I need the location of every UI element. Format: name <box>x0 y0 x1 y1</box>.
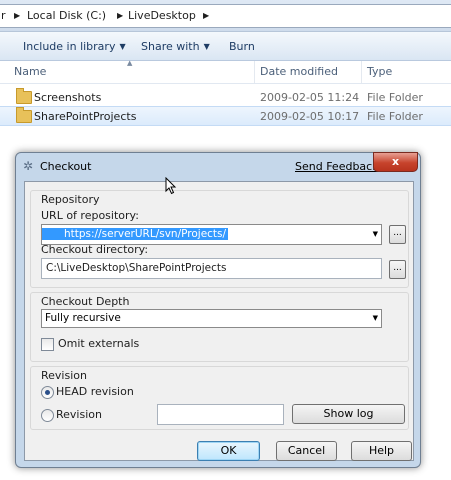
repository-group: Repository URL of repository: https://se… <box>30 190 409 288</box>
file-type: File Folder <box>367 91 423 104</box>
chevron-down-icon: ▼ <box>119 42 126 51</box>
omit-externals-label[interactable]: Omit externals <box>58 337 139 350</box>
url-label: URL of repository: <box>41 209 139 222</box>
dialog-title: Checkout <box>40 160 92 173</box>
revision-input[interactable] <box>157 404 284 425</box>
help-button[interactable]: Help <box>351 441 412 461</box>
sort-arrow-icon: ▲ <box>127 59 133 67</box>
share-with-button[interactable]: Share with ▼ <box>141 40 210 53</box>
checkout-depth-group: Checkout Depth Fully recursive ▼ Omit ex… <box>30 292 409 362</box>
file-date: 2009-02-05 11:24 <box>260 91 360 104</box>
breadcrumb[interactable]: r ▶ Local Disk (C:) ▶ LiveDesktop ▶ <box>0 4 451 28</box>
cancel-button[interactable]: Cancel <box>276 441 337 461</box>
column-header-type[interactable]: Type <box>367 65 392 78</box>
file-name: Screenshots <box>34 91 102 104</box>
revision-group: Revision HEAD revision Revision Show log <box>30 366 409 430</box>
browse-dir-button[interactable]: ... <box>389 260 406 279</box>
breadcrumb-item-livedesktop[interactable]: LiveDesktop <box>128 9 196 22</box>
chevron-right-icon[interactable]: ▶ <box>203 11 209 20</box>
folder-icon <box>16 88 32 104</box>
send-feedback-link[interactable]: Send Feedback <box>295 160 379 173</box>
file-date: 2009-02-05 10:17 <box>260 110 360 123</box>
omit-externals-checkbox[interactable] <box>41 338 54 351</box>
breadcrumb-item-local-disk[interactable]: Local Disk (C:) <box>27 9 106 22</box>
checkout-dialog: ✲ Checkout Send Feedback x Repository UR… <box>15 152 421 468</box>
column-divider[interactable] <box>254 61 255 83</box>
depth-select[interactable]: Fully recursive ▼ <box>41 309 382 328</box>
checkout-dir-input[interactable]: C:\LiveDesktop\SharePointProjects <box>41 258 382 279</box>
column-header-date[interactable]: Date modified <box>260 65 338 78</box>
revision-group-label: Revision <box>41 369 87 382</box>
file-row-screenshots[interactable]: Screenshots 2009-02-05 11:24 File Folder <box>0 88 451 107</box>
revision-label[interactable]: Revision <box>56 408 102 421</box>
checkout-dir-value: C:\LiveDesktop\SharePointProjects <box>46 262 227 274</box>
dialog-body: Repository URL of repository: https://se… <box>24 181 414 461</box>
command-bar: Include in library ▼ Share with ▼ Burn <box>0 32 451 61</box>
checkout-icon: ✲ <box>23 159 34 173</box>
address-bar: r ▶ Local Disk (C:) ▶ LiveDesktop ▶ <box>0 0 451 32</box>
head-revision-label[interactable]: HEAD revision <box>56 385 134 398</box>
checkout-depth-label: Checkout Depth <box>41 295 130 308</box>
dropdown-arrow-icon[interactable]: ▼ <box>373 314 378 322</box>
breadcrumb-overflow[interactable]: r <box>1 9 6 22</box>
close-button[interactable]: x <box>373 152 418 172</box>
file-type: File Folder <box>367 110 423 123</box>
repository-group-label: Repository <box>41 193 100 206</box>
browse-url-button[interactable]: ... <box>389 225 406 244</box>
revision-radio[interactable] <box>41 409 54 422</box>
checkout-dir-label: Checkout directory: <box>41 243 149 256</box>
ok-button[interactable]: OK <box>197 441 260 461</box>
chevron-right-icon[interactable]: ▶ <box>14 11 20 20</box>
chevron-right-icon[interactable]: ▶ <box>117 11 123 20</box>
mouse-cursor-icon <box>165 177 177 195</box>
show-log-button[interactable]: Show log <box>292 404 405 424</box>
url-value: https://serverURL/svn/Projects/ <box>42 228 229 240</box>
column-divider[interactable] <box>361 61 362 83</box>
column-header-name[interactable]: Name <box>14 65 46 78</box>
dialog-titlebar[interactable]: ✲ Checkout Send Feedback x <box>16 152 420 179</box>
file-name: SharePointProjects <box>34 110 137 123</box>
head-revision-radio[interactable] <box>41 386 54 399</box>
column-header-row: ▲ Name Date modified Type <box>0 59 451 84</box>
file-row-sharepointprojects[interactable]: SharePointProjects 2009-02-05 10:17 File… <box>0 106 451 126</box>
dropdown-arrow-icon[interactable]: ▼ <box>373 230 378 238</box>
burn-button[interactable]: Burn <box>229 40 255 53</box>
chevron-down-icon: ▼ <box>203 42 210 51</box>
folder-icon <box>16 107 32 123</box>
url-combobox[interactable]: https://serverURL/svn/Projects/ ▼ <box>41 224 382 245</box>
depth-selected-value: Fully recursive <box>45 312 121 324</box>
include-in-library-button[interactable]: Include in library ▼ <box>23 40 126 53</box>
